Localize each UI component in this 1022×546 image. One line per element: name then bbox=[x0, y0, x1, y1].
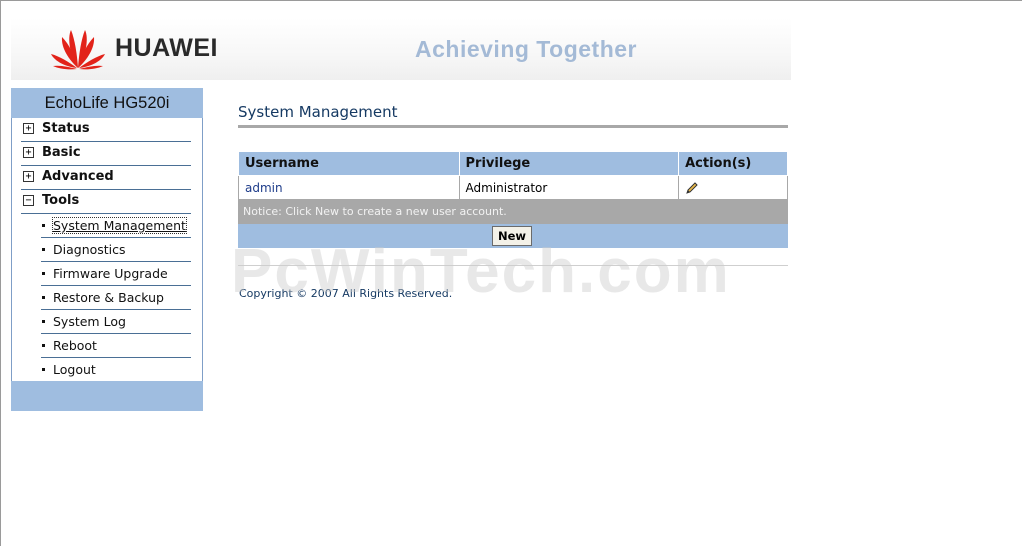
sidebar-item-label[interactable]: Status bbox=[42, 121, 90, 136]
bullet-icon bbox=[42, 296, 45, 299]
privilege-cell: Administrator bbox=[458, 175, 680, 200]
collapse-icon[interactable]: − bbox=[23, 195, 34, 206]
bullet-icon bbox=[42, 344, 45, 347]
header-banner: HUAWEI Achieving Together bbox=[11, 18, 791, 80]
bullet-icon bbox=[42, 272, 45, 275]
bullet-icon bbox=[42, 224, 45, 227]
sidebar-item-reboot[interactable]: Reboot bbox=[41, 334, 191, 358]
sidebar-menu: + Status + Basic + Advanced − Tools Syst… bbox=[11, 118, 203, 381]
brand-name: HUAWEI bbox=[115, 34, 218, 62]
sidebar-item-label[interactable]: Diagnostics bbox=[53, 242, 126, 257]
pencil-icon[interactable] bbox=[685, 181, 699, 195]
sidebar-item-label[interactable]: Logout bbox=[53, 362, 96, 377]
bullet-icon bbox=[42, 320, 45, 323]
sidebar-item-system-log[interactable]: System Log bbox=[41, 310, 191, 334]
actions-cell bbox=[678, 175, 788, 200]
sidebar-item-label[interactable]: System Log bbox=[53, 314, 126, 329]
sidebar-item-label[interactable]: Advanced bbox=[42, 169, 114, 184]
sidebar-item-logout[interactable]: Logout bbox=[41, 358, 191, 381]
username-cell[interactable]: admin bbox=[238, 175, 460, 200]
sidebar-footer bbox=[11, 381, 203, 411]
sidebar-item-label[interactable]: System Management bbox=[52, 217, 187, 234]
user-table: Username Privilege Action(s) admin Admin… bbox=[238, 151, 788, 200]
page-title: System Management bbox=[238, 103, 788, 128]
sidebar-item-restore-backup[interactable]: Restore & Backup bbox=[41, 286, 191, 310]
watermark: PcWinTech.com bbox=[231, 237, 731, 306]
device-model: EchoLife HG520i bbox=[11, 88, 203, 118]
column-header-username: Username bbox=[238, 151, 460, 176]
bullet-icon bbox=[42, 368, 45, 371]
sidebar-item-advanced[interactable]: + Advanced bbox=[21, 166, 191, 190]
sidebar-item-basic[interactable]: + Basic bbox=[21, 142, 191, 166]
sidebar-item-firmware-upgrade[interactable]: Firmware Upgrade bbox=[41, 262, 191, 286]
sidebar-item-label[interactable]: Restore & Backup bbox=[53, 290, 164, 305]
sidebar-item-label[interactable]: Firmware Upgrade bbox=[53, 266, 168, 281]
sidebar-item-status[interactable]: + Status bbox=[21, 118, 191, 142]
sidebar-item-system-management[interactable]: System Management bbox=[41, 214, 191, 238]
column-header-privilege: Privilege bbox=[458, 151, 680, 176]
slogan: Achieving Together bbox=[415, 36, 637, 62]
sidebar-item-label[interactable]: Tools bbox=[42, 193, 79, 208]
sidebar-item-label[interactable]: Basic bbox=[42, 145, 81, 160]
expand-icon[interactable]: + bbox=[23, 123, 34, 134]
expand-icon[interactable]: + bbox=[23, 171, 34, 182]
table-row: admin Administrator bbox=[238, 175, 788, 200]
sidebar-item-diagnostics[interactable]: Diagnostics bbox=[41, 238, 191, 262]
bullet-icon bbox=[42, 248, 45, 251]
sidebar-item-label[interactable]: Reboot bbox=[53, 338, 97, 353]
sidebar-item-tools[interactable]: − Tools bbox=[21, 190, 191, 214]
notice-bar: Notice: Click New to create a new user a… bbox=[238, 200, 788, 224]
table-header-row: Username Privilege Action(s) bbox=[238, 151, 788, 176]
sidebar: EchoLife HG520i + Status + Basic + Advan… bbox=[11, 88, 203, 411]
expand-icon[interactable]: + bbox=[23, 147, 34, 158]
main-content: System Management Username Privilege Act… bbox=[238, 103, 788, 300]
column-header-actions: Action(s) bbox=[678, 151, 788, 176]
huawei-logo bbox=[51, 30, 105, 70]
